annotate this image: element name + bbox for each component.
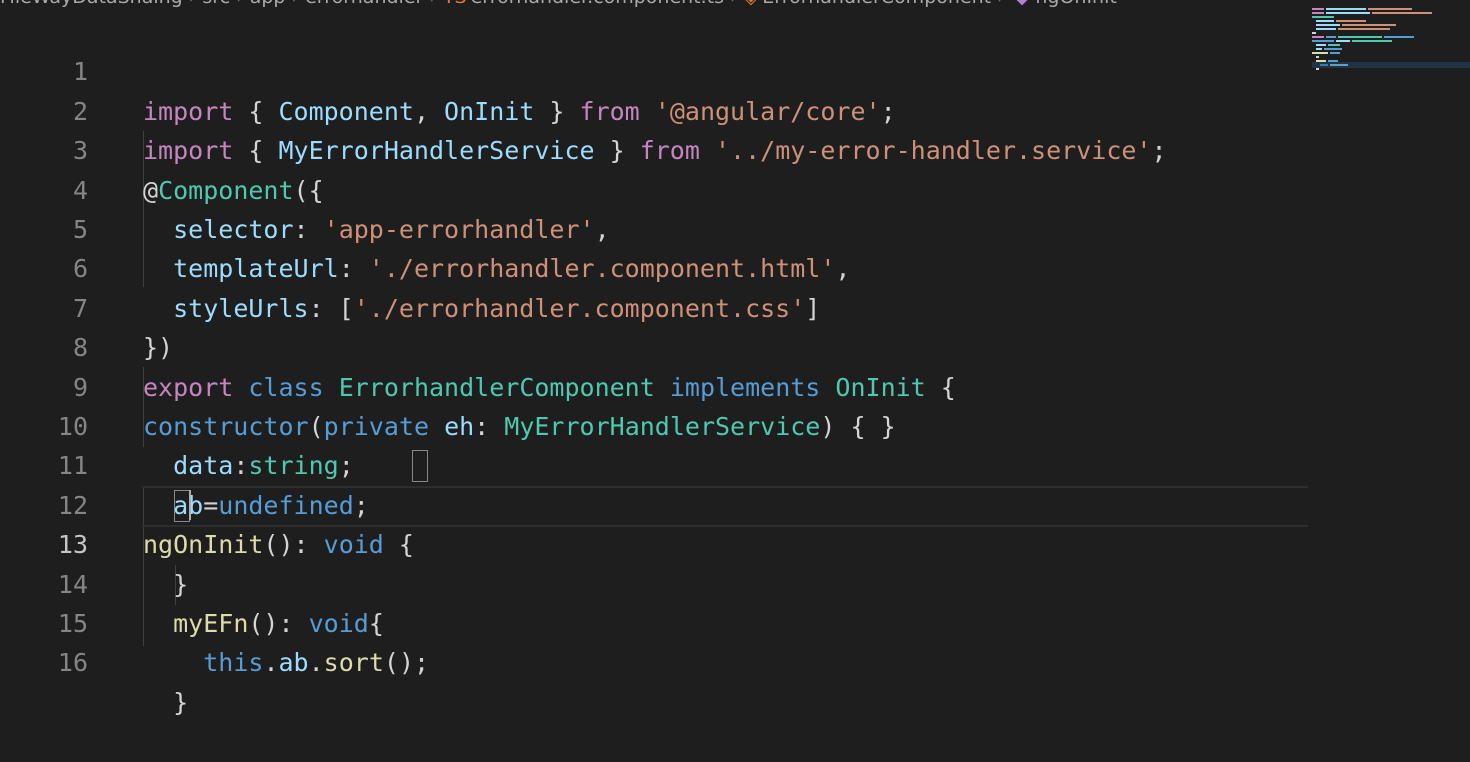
breadcrumb-item-app[interactable]: app: [250, 0, 286, 8]
code-line: 7 }): [0, 249, 1310, 362]
code-line: 9 constructor(private eh: MyErrorHandler…: [0, 328, 1310, 441]
chevron-right-icon: ›: [236, 0, 244, 8]
line-number: 16: [57, 648, 88, 678]
code-line: 6 styleUrls: ['./errorhandler.component.…: [0, 210, 1310, 322]
breadcrumb-item-src[interactable]: src: [202, 0, 230, 8]
token: sort: [323, 648, 384, 678]
breadcrumb-item-project[interactable]: FileWayDataShaing: [0, 0, 183, 8]
chevron-right-icon: ›: [429, 0, 437, 8]
line-content[interactable]: }: [143, 683, 188, 722]
token: ();: [383, 648, 430, 678]
breadcrumb-item-folder[interactable]: errorhandler: [305, 0, 423, 8]
code-line: 2 import { MyErrorHandlerService } from …: [0, 52, 1310, 165]
code-line: 16 }: [0, 604, 1310, 716]
code-line: 3 @Component({: [0, 92, 1310, 204]
code-line: 14 myEFn(): void{: [0, 525, 1310, 638]
code-line: 11 ab=undefined;: [0, 407, 1310, 519]
chevron-right-icon: ›: [189, 0, 197, 8]
chevron-right-icon: ›: [997, 0, 1005, 8]
code-line: 8 export class ErrorhandlerComponent imp…: [0, 289, 1310, 401]
token: this: [203, 648, 264, 678]
bracket-match-highlight: [412, 450, 428, 482]
token: }: [173, 687, 189, 717]
code-line: 13 }: [0, 486, 1310, 598]
minimap-viewport[interactable]: [1312, 62, 1470, 68]
token: .: [263, 648, 279, 678]
code-line: 1 import { Component, OnInit } from '@an…: [0, 13, 1310, 125]
breadcrumb-item-method[interactable]: ngOnInit: [1035, 0, 1116, 8]
chevron-right-icon: ›: [730, 0, 738, 8]
breadcrumb-item-class[interactable]: ErrorhandlerComponent: [762, 0, 991, 8]
code-line: 12 ngOnInit(): void {: [0, 446, 1310, 559]
code-line: 5 templateUrl: './errorhandler.component…: [0, 171, 1310, 283]
code-editor[interactable]: 1 import { Component, OnInit } from '@an…: [0, 13, 1310, 717]
code-line: 4 selector: 'app-errorhandler',: [0, 131, 1310, 244]
bracket-match-highlight: [174, 490, 190, 522]
chevron-right-icon: ›: [291, 0, 299, 8]
typescript-file-icon: TS: [443, 0, 467, 8]
code-line: 15 this.ab.sort();: [0, 565, 1310, 677]
text-cursor: [189, 490, 191, 520]
method-icon: ◆: [1015, 0, 1030, 8]
token: ab: [278, 648, 309, 678]
breadcrumb: FileWayDataShaing › src › app › errorhandler › T…: [0, 0, 1310, 8]
code-line: 10 data:string;: [0, 368, 1310, 480]
token: .: [308, 648, 324, 678]
breadcrumb-item-file[interactable]: errorhandler.component.ts: [471, 0, 724, 8]
minimap[interactable]: [1312, 8, 1470, 88]
class-icon: ◈: [744, 0, 759, 8]
line-content[interactable]: this.ab.sort();: [143, 643, 429, 682]
